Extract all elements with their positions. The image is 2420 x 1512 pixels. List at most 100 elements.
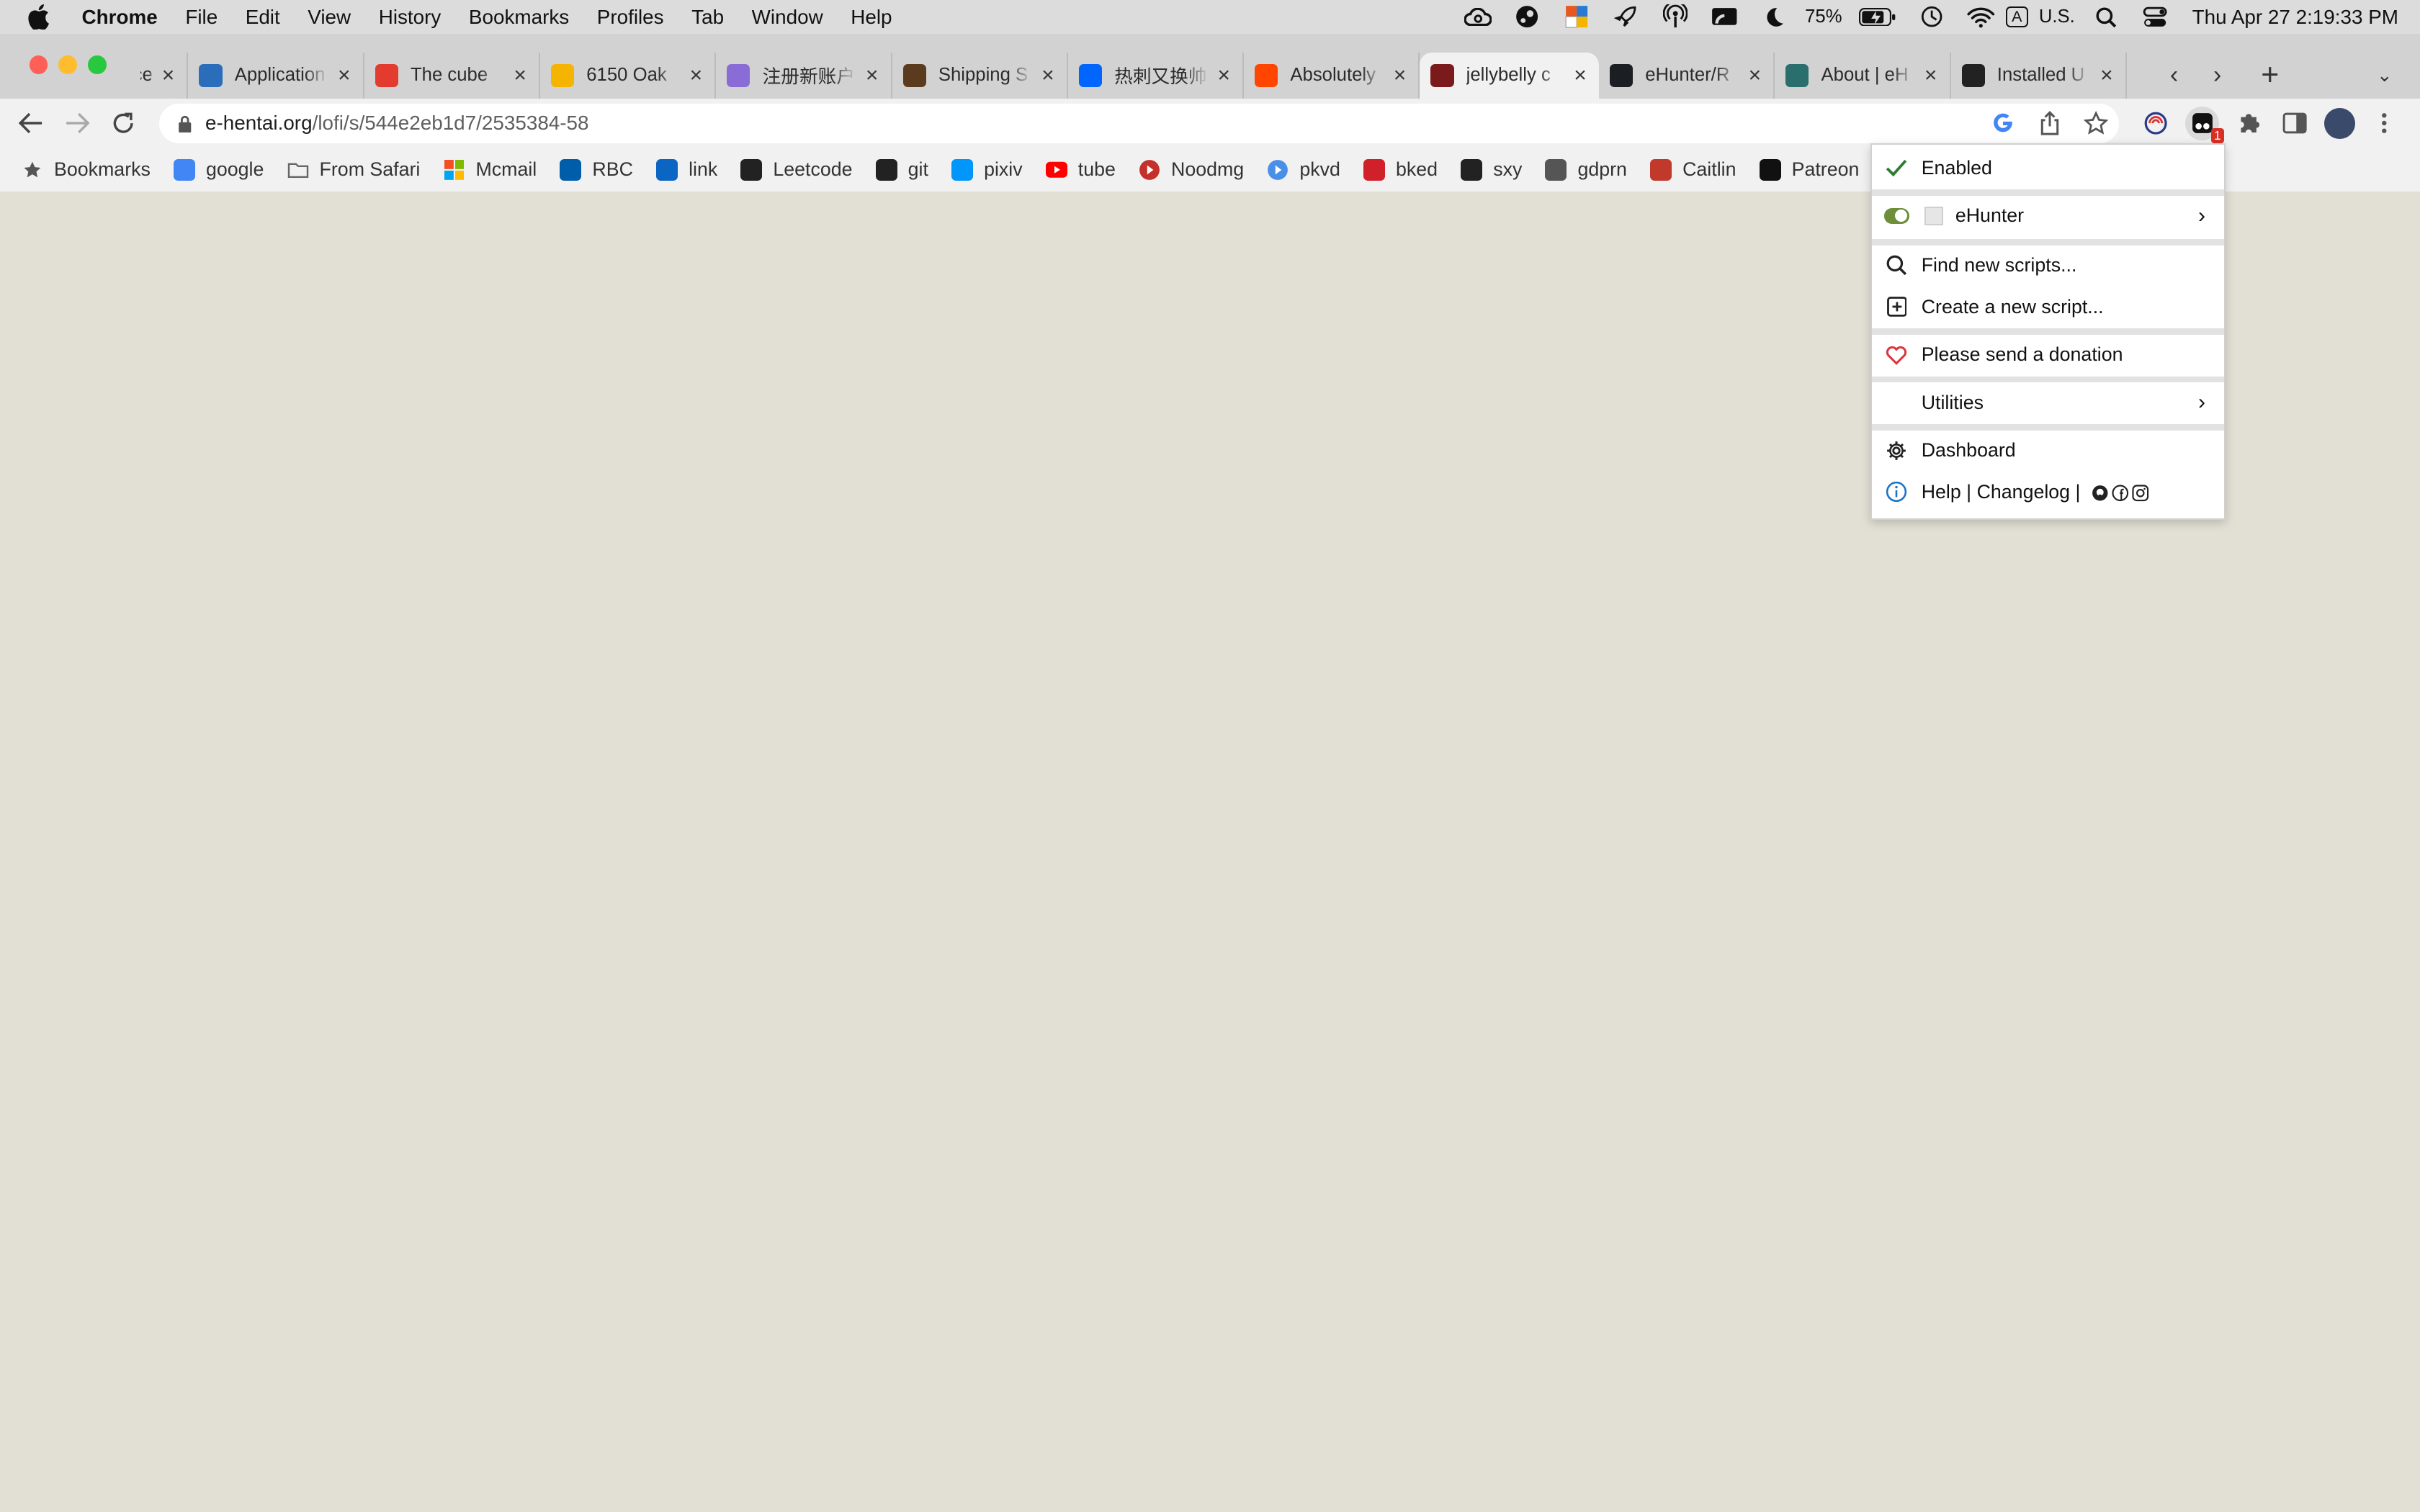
bookmark-item[interactable]: Noodmg bbox=[1139, 158, 1244, 181]
instagram-icon[interactable] bbox=[2132, 485, 2149, 502]
side-panel-icon[interactable] bbox=[2278, 107, 2312, 140]
tab-close-icon[interactable]: × bbox=[2100, 63, 2113, 88]
enabled-item[interactable]: Enabled bbox=[1872, 151, 2224, 185]
menu-history[interactable]: History bbox=[364, 0, 454, 34]
tampermonkey-extension-icon[interactable]: 1 bbox=[2185, 106, 2224, 144]
office-icon[interactable] bbox=[1563, 4, 1591, 29]
donation-item[interactable]: Please send a donation bbox=[1872, 338, 2224, 372]
input-source-label[interactable]: U.S. bbox=[2039, 6, 2075, 27]
tab[interactable]: Installed U × bbox=[1951, 52, 2127, 99]
tab-close-icon[interactable]: × bbox=[1217, 63, 1230, 88]
new-tab-button[interactable]: + bbox=[2261, 53, 2279, 99]
battery-icon[interactable] bbox=[1859, 4, 1896, 29]
menu-app-name[interactable]: Chrome bbox=[68, 0, 171, 34]
tab-search-chevron-icon[interactable]: ⌄ bbox=[2377, 53, 2393, 99]
tab[interactable]: About | eH × bbox=[1775, 52, 1951, 99]
tab[interactable]: Application × bbox=[188, 52, 364, 99]
bookmark-item[interactable]: google bbox=[174, 158, 264, 181]
back-button[interactable] bbox=[15, 108, 46, 139]
tab[interactable]: Absolutely × bbox=[1244, 52, 1420, 99]
google-lens-icon[interactable] bbox=[1989, 109, 2017, 138]
github-icon[interactable] bbox=[2092, 485, 2109, 502]
lock-icon[interactable] bbox=[177, 114, 192, 133]
airdrop-icon[interactable] bbox=[1662, 4, 1690, 29]
rocket-icon[interactable] bbox=[1612, 4, 1640, 29]
cast-icon[interactable] bbox=[1711, 4, 1739, 29]
menubar-clock[interactable]: Thu Apr 27 2:19:33 PM bbox=[2192, 6, 2398, 29]
tab-close-icon[interactable]: × bbox=[1041, 63, 1054, 88]
bookmark-item[interactable]: tube bbox=[1045, 158, 1116, 181]
zoom-window-button[interactable] bbox=[88, 55, 107, 74]
tab-close-icon[interactable]: × bbox=[1574, 63, 1587, 88]
find-new-scripts-item[interactable]: Find new scripts... bbox=[1872, 248, 2224, 282]
tab-scroll-left-icon[interactable]: ‹ bbox=[2170, 53, 2178, 99]
tab-close-icon[interactable]: × bbox=[1924, 63, 1937, 88]
spotlight-search-icon[interactable] bbox=[2092, 4, 2120, 29]
apple-menu-icon[interactable] bbox=[27, 4, 50, 30]
bookmark-item[interactable]: git bbox=[875, 158, 928, 181]
time-machine-icon[interactable] bbox=[1918, 4, 1946, 29]
facebook-icon[interactable] bbox=[2112, 485, 2129, 502]
minimize-window-button[interactable] bbox=[58, 55, 78, 74]
wifi-icon[interactable] bbox=[1967, 4, 1995, 29]
menu-file[interactable]: File bbox=[171, 0, 231, 34]
tab[interactable]: 注册新账户 × bbox=[716, 52, 892, 99]
creative-cloud-icon[interactable] bbox=[1464, 4, 1492, 29]
bookmark-item[interactable]: link bbox=[656, 158, 717, 181]
tab-close-icon[interactable]: × bbox=[514, 63, 526, 88]
profile-avatar[interactable] bbox=[2324, 107, 2355, 139]
utilities-item[interactable]: Utilities › bbox=[1872, 386, 2224, 420]
bookmark-item[interactable]: Bookmarks bbox=[22, 158, 151, 181]
chrome-menu-icon[interactable] bbox=[2367, 107, 2401, 140]
dashboard-item[interactable]: Dashboard bbox=[1872, 433, 2224, 467]
menu-window[interactable]: Window bbox=[738, 0, 837, 34]
tab[interactable]: eHunter/R × bbox=[1599, 52, 1775, 99]
tab-close-icon[interactable]: × bbox=[162, 63, 175, 88]
reload-button[interactable] bbox=[108, 108, 139, 139]
bookmark-item[interactable]: Patreon bbox=[1759, 158, 1859, 181]
tab[interactable]: Shipping S × bbox=[892, 52, 1068, 99]
url-text[interactable]: e-hentai.org/lofi/s/544e2eb1d7/2535384-5… bbox=[205, 112, 589, 135]
extensions-puzzle-icon[interactable] bbox=[2232, 107, 2266, 140]
bookmark-item[interactable]: bked bbox=[1363, 158, 1438, 181]
bookmark-star-icon[interactable] bbox=[2082, 109, 2110, 138]
bookmark-item[interactable]: sxy bbox=[1461, 158, 1522, 181]
menu-help[interactable]: Help bbox=[837, 0, 906, 34]
bookmark-item[interactable]: From Safari bbox=[287, 158, 420, 181]
share-icon[interactable] bbox=[2035, 109, 2063, 138]
tab-scroll-right-icon[interactable]: › bbox=[2213, 53, 2221, 99]
bookmark-item[interactable]: pkvd bbox=[1267, 158, 1340, 181]
tab-active[interactable]: jellybelly c × bbox=[1420, 52, 1599, 99]
close-window-button[interactable] bbox=[29, 55, 48, 74]
bookmark-item[interactable]: RBC bbox=[560, 158, 633, 181]
tab-close-icon[interactable]: × bbox=[690, 63, 703, 88]
forward-button[interactable] bbox=[62, 108, 93, 139]
tab[interactable]: Insurance × bbox=[130, 52, 189, 99]
menu-profiles[interactable]: Profiles bbox=[583, 0, 677, 34]
tab-close-icon[interactable]: × bbox=[866, 63, 879, 88]
moon-icon[interactable] bbox=[1760, 4, 1788, 29]
help-changelog-item[interactable]: Help | Changelog | bbox=[1872, 475, 2224, 509]
bookmark-item[interactable]: Leetcode bbox=[740, 158, 853, 181]
bookmark-item[interactable]: Caitlin bbox=[1650, 158, 1736, 181]
control-center-icon[interactable] bbox=[2141, 4, 2169, 29]
vpn-extension-icon[interactable] bbox=[2139, 107, 2173, 140]
script-toggle[interactable] bbox=[1884, 208, 1909, 224]
menu-view[interactable]: View bbox=[294, 0, 364, 34]
script-item-ehunter[interactable]: eHunter › bbox=[1872, 199, 2224, 233]
tab-close-icon[interactable]: × bbox=[338, 63, 351, 88]
tab-close-icon[interactable]: × bbox=[1394, 63, 1407, 88]
bookmark-item[interactable]: Mcmail bbox=[444, 158, 537, 181]
menu-edit[interactable]: Edit bbox=[231, 0, 294, 34]
tab-close-icon[interactable]: × bbox=[1749, 63, 1762, 88]
create-new-script-item[interactable]: Create a new script... bbox=[1872, 290, 2224, 324]
steam-icon[interactable] bbox=[1513, 4, 1541, 29]
menu-bookmarks[interactable]: Bookmarks bbox=[455, 0, 583, 34]
tab[interactable]: 6150 Oak × bbox=[540, 52, 717, 99]
menu-tab[interactable]: Tab bbox=[678, 0, 738, 34]
bookmark-item[interactable]: gdprn bbox=[1545, 158, 1627, 181]
bookmark-item[interactable]: pixiv bbox=[951, 158, 1023, 181]
address-bar[interactable]: e-hentai.org/lofi/s/544e2eb1d7/2535384-5… bbox=[158, 103, 2120, 144]
tab[interactable]: The cube × bbox=[364, 52, 540, 99]
tab[interactable]: 热刺又换帅 × bbox=[1068, 52, 1245, 99]
